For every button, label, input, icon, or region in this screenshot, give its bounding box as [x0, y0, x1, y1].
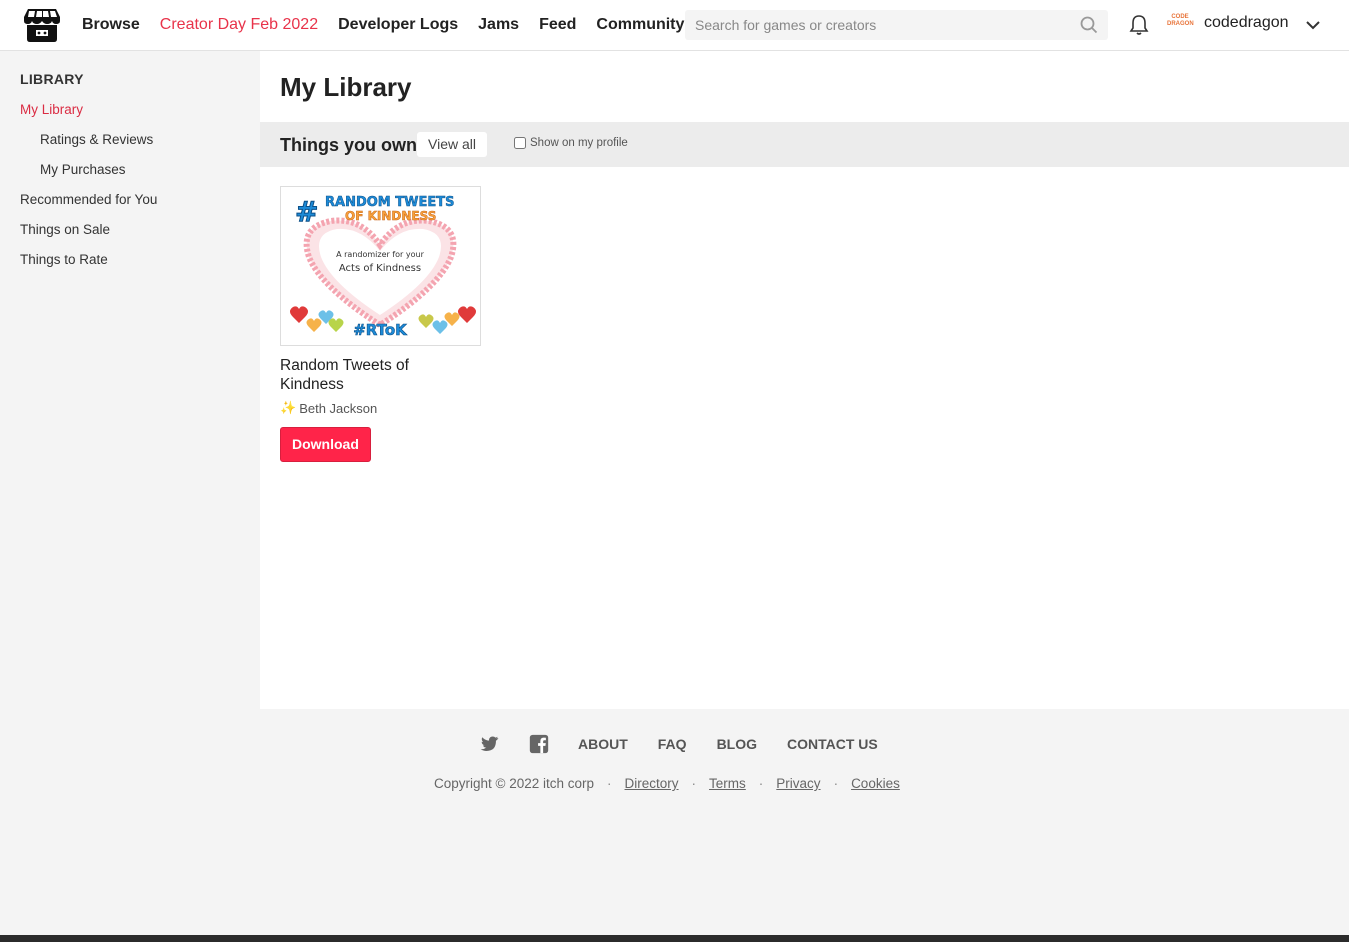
separator-dot: ·	[758, 776, 764, 791]
svg-text:#: #	[295, 195, 318, 228]
separator-dot: ·	[607, 776, 612, 791]
show-on-profile-label: Show on my profile	[530, 137, 628, 149]
sidebar-item-recommended[interactable]: Recommended for You	[20, 192, 157, 207]
download-button[interactable]: Download	[280, 427, 371, 462]
chevron-down-icon[interactable]	[1305, 17, 1321, 33]
game-card: # RANDOM TWEETS OF KINDNESS A randomizer…	[280, 186, 481, 462]
cover-hashtag: #RToK	[353, 321, 408, 339]
view-all-button[interactable]: View all	[417, 132, 487, 157]
nav-browse[interactable]: Browse	[82, 16, 140, 34]
author-link[interactable]: Beth Jackson	[299, 401, 377, 416]
sidebar-item-ratings-reviews[interactable]: Ratings & Reviews	[40, 132, 153, 147]
footer-contact-link[interactable]: CONTACT US	[787, 736, 878, 752]
footer-privacy-link[interactable]: Privacy	[776, 776, 820, 791]
nav-jams[interactable]: Jams	[478, 16, 519, 34]
copyright-text: Copyright © 2022 itch corp	[434, 776, 595, 791]
show-on-profile-toggle[interactable]: Show on my profile	[514, 137, 628, 149]
game-author: ✨ Beth Jackson	[280, 400, 481, 416]
itch-logo-icon[interactable]	[22, 6, 62, 44]
top-header: Browse Creator Day Feb 2022 Developer Lo…	[0, 0, 1349, 51]
footer-about-link[interactable]: ABOUT	[578, 736, 628, 752]
separator-dot: ·	[833, 776, 839, 791]
library-sidebar: LIBRARY My Library Ratings & Reviews My …	[0, 51, 260, 942]
game-title-link[interactable]: Random Tweets of Kindness	[280, 356, 470, 394]
sparkle-icon: ✨	[280, 400, 297, 415]
cover-title-line-2: OF KINDNESS	[345, 209, 436, 223]
separator-dot: ·	[691, 776, 697, 791]
cover-title-line-1: RANDOM TWEETS	[325, 195, 454, 210]
copyright-bar: Copyright © 2022 itch corp · Directory ·…	[434, 776, 900, 791]
main-nav: Browse Creator Day Feb 2022 Developer Lo…	[82, 0, 704, 50]
footer-directory-link[interactable]: Directory	[625, 776, 679, 791]
cover-subtitle-line-2: Acts of Kindness	[339, 263, 421, 274]
sidebar-item-things-on-sale[interactable]: Things on Sale	[20, 222, 110, 237]
main-content: My Library Things you own View all Show …	[260, 51, 1349, 709]
nav-community[interactable]: Community	[596, 16, 684, 34]
owned-section-header: Things you own View all Show on my profi…	[260, 122, 1349, 167]
footer-blog-link[interactable]: BLOG	[717, 736, 757, 752]
game-thumbnail[interactable]: # RANDOM TWEETS OF KINDNESS A randomizer…	[280, 186, 481, 346]
footer-faq-link[interactable]: FAQ	[658, 736, 687, 752]
nav-feed[interactable]: Feed	[539, 16, 576, 34]
twitter-icon[interactable]	[478, 733, 500, 755]
bottom-strip	[0, 935, 1349, 942]
nav-creator-day[interactable]: Creator Day Feb 2022	[160, 16, 318, 34]
username-label[interactable]: codedragon	[1204, 14, 1289, 32]
footer-cookies-link[interactable]: Cookies	[851, 776, 900, 791]
search-box	[685, 10, 1108, 40]
game-cover-art: # RANDOM TWEETS OF KINDNESS A randomizer…	[281, 187, 480, 345]
page-title: My Library	[280, 72, 412, 102]
notification-bell-icon[interactable]	[1129, 14, 1149, 36]
section-title: Things you own	[280, 135, 417, 155]
cover-subtitle-line-1: A randomizer for your	[336, 250, 424, 259]
sidebar-item-things-to-rate[interactable]: Things to Rate	[20, 252, 108, 267]
sidebar-item-my-library[interactable]: My Library	[20, 102, 83, 117]
sidebar-item-my-purchases[interactable]: My Purchases	[40, 162, 126, 177]
facebook-icon[interactable]	[528, 733, 550, 755]
nav-developer-logs[interactable]: Developer Logs	[338, 16, 458, 34]
footer-links: ABOUT FAQ BLOG CONTACT US	[478, 733, 908, 755]
show-on-profile-checkbox[interactable]	[514, 137, 526, 149]
avatar[interactable]: CODE DRAGON	[1167, 14, 1194, 36]
sidebar-heading: LIBRARY	[20, 71, 84, 87]
footer-terms-link[interactable]: Terms	[709, 776, 746, 791]
search-icon[interactable]	[1080, 16, 1098, 34]
search-input[interactable]	[685, 10, 1065, 40]
